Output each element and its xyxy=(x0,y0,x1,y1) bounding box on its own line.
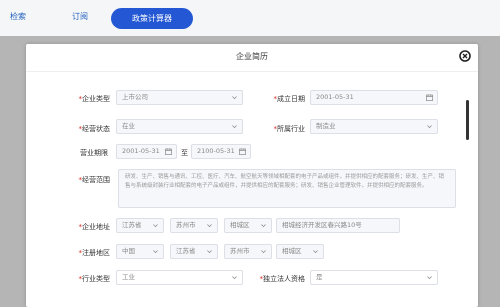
region-city-select[interactable]: 苏州市 xyxy=(224,244,272,259)
address-province-value: 江苏省 xyxy=(122,221,142,229)
tab-policy-calculator[interactable]: 政策计算器 xyxy=(111,8,193,29)
business-status-value: 在业 xyxy=(122,122,135,130)
chevron-down-icon xyxy=(261,250,266,254)
established-date-picker[interactable]: 2001-05-31 xyxy=(310,90,438,105)
region-country-select[interactable]: 中国 xyxy=(116,244,164,259)
region-city-value: 苏州市 xyxy=(230,247,250,255)
enterprise-type-value: 上市公司 xyxy=(122,93,148,101)
address-district-select[interactable]: 相城区 xyxy=(224,218,272,233)
business-term-to-label: 至 xyxy=(181,149,188,157)
industry-category-value: 工业 xyxy=(122,273,135,281)
modal-scrollbar[interactable] xyxy=(466,100,469,140)
tab-search[interactable]: 检索 xyxy=(10,11,26,22)
chevron-down-icon xyxy=(313,250,318,254)
address-detail-input[interactable]: 相城经济开发区春兴路10号 xyxy=(276,218,400,233)
chevron-down-icon xyxy=(207,250,212,254)
address-district-value: 相城区 xyxy=(230,221,250,229)
region-district-value: 相城区 xyxy=(282,247,302,255)
business-scope-textarea[interactable]: 研发、生产、销售与通讯、工控、医疗、汽车、航空航天等领域相配套的电子产品或组件，… xyxy=(118,169,456,208)
chevron-down-icon xyxy=(427,125,432,129)
industry-value: 制造业 xyxy=(316,122,336,130)
chevron-down-icon xyxy=(153,224,158,228)
modal-divider xyxy=(26,71,478,72)
address-province-select[interactable]: 江苏省 xyxy=(116,218,164,233)
registered-region-label: *注册地区 xyxy=(78,249,111,257)
business-term-end-picker[interactable]: 2100-05-31 xyxy=(191,144,251,159)
chevron-down-icon xyxy=(232,276,237,280)
chevron-down-icon xyxy=(153,250,158,254)
region-country-value: 中国 xyxy=(122,247,135,255)
region-district-select[interactable]: 相城区 xyxy=(276,244,324,259)
close-icon[interactable] xyxy=(459,50,471,62)
calendar-icon xyxy=(426,94,433,101)
region-province-value: 江苏省 xyxy=(176,247,196,255)
enterprise-type-select[interactable]: 上市公司 xyxy=(116,90,243,105)
established-date-value: 2001-05-31 xyxy=(316,93,354,101)
modal-title: 企业简历 xyxy=(236,52,268,61)
chevron-down-icon xyxy=(427,276,432,280)
chevron-down-icon xyxy=(261,224,266,228)
chevron-down-icon xyxy=(207,224,212,228)
tab-subscribe[interactable]: 订阅 xyxy=(72,11,88,22)
calendar-icon xyxy=(165,148,172,155)
business-status-select[interactable]: 在业 xyxy=(116,119,243,134)
enterprise-address-label: *企业地址 xyxy=(78,223,111,231)
business-status-label: *经营状态 xyxy=(78,125,111,133)
business-term-start-picker[interactable]: 2001-05-31 xyxy=(116,144,177,159)
chevron-down-icon xyxy=(232,125,237,129)
industry-label: *所属行业 xyxy=(273,125,306,133)
business-term-start-value: 2001-05-31 xyxy=(122,147,160,155)
calendar-icon xyxy=(239,148,246,155)
industry-select[interactable]: 制造业 xyxy=(310,119,438,134)
region-province-select[interactable]: 江苏省 xyxy=(170,244,218,259)
address-city-value: 苏州市 xyxy=(176,221,196,229)
legal-person-value: 是 xyxy=(316,273,323,281)
address-city-select[interactable]: 苏州市 xyxy=(170,218,218,233)
top-navigation: 检索 订阅 政策计算器 xyxy=(0,0,500,36)
industry-category-select[interactable]: 工业 xyxy=(116,270,243,285)
business-term-label: 营业期限 xyxy=(80,149,108,157)
legal-person-select[interactable]: 是 xyxy=(310,270,438,285)
established-date-label: *成立日期 xyxy=(273,95,306,103)
chevron-down-icon xyxy=(232,96,237,100)
legal-person-label: *独立法人资格 xyxy=(259,275,306,283)
enterprise-type-label: *企业类型 xyxy=(78,95,111,103)
industry-category-label: *行业类型 xyxy=(78,275,111,283)
business-term-end-value: 2100-05-31 xyxy=(197,147,235,155)
business-scope-label: *经营范围 xyxy=(78,176,111,184)
address-detail-value: 相城经济开发区春兴路10号 xyxy=(282,221,362,229)
